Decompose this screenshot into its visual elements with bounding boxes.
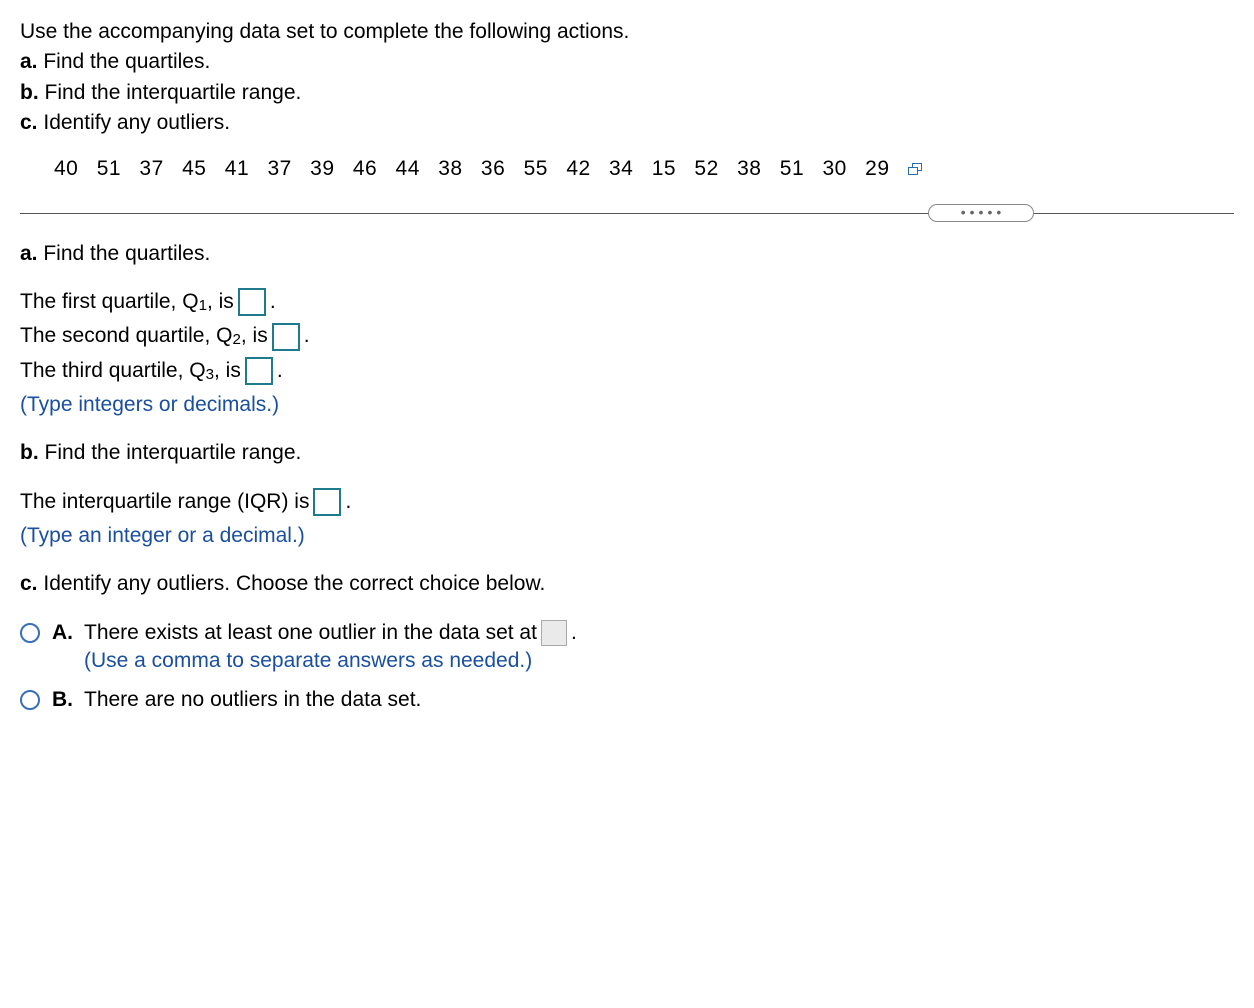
choice-a-radio[interactable] (20, 623, 40, 643)
intro-a: a. Find the quartiles. (20, 48, 1234, 76)
more-options-capsule[interactable]: ••••• (928, 204, 1034, 222)
part-c-choices: A. There exists at least one outlier in … (20, 619, 1234, 714)
choice-a-hint: (Use a comma to separate answers as need… (84, 647, 1234, 675)
part-a-inputs: The first quartile, Q1, is . The second … (20, 288, 1234, 419)
choice-b-text: There are no outliers in the data set. (84, 686, 1234, 714)
divider: ••••• (20, 204, 1234, 222)
part-a-heading: a. Find the quartiles. (20, 240, 1234, 268)
part-a-hint: (Type integers or decimals.) (20, 391, 1234, 419)
choice-a-label: A. (52, 619, 74, 647)
part-b-heading: b. Find the interquartile range. (20, 439, 1234, 467)
part-c-heading: c. Identify any outliers. Choose the cor… (20, 570, 1234, 598)
q2-line: The second quartile, Q2, is . (20, 322, 1234, 350)
q3-input[interactable] (245, 357, 273, 385)
part-b: b. Find the interquartile range. (20, 439, 1234, 467)
choice-b-label: B. (52, 686, 74, 714)
part-a: a. Find the quartiles. (20, 240, 1234, 268)
data-values: 40 51 37 45 41 37 39 46 44 38 36 55 42 3… (54, 155, 890, 183)
q1-line: The first quartile, Q1, is . (20, 288, 1234, 316)
iqr-line: The interquartile range (IQR) is . (20, 488, 1234, 516)
q3-line: The third quartile, Q3, is . (20, 357, 1234, 385)
choice-a-text: There exists at least one outlier in the… (84, 619, 1234, 647)
q1-input[interactable] (238, 288, 266, 316)
part-b-inputs: The interquartile range (IQR) is . (Type… (20, 488, 1234, 551)
part-c: c. Identify any outliers. Choose the cor… (20, 570, 1234, 598)
divider-line (20, 213, 1234, 214)
choice-b-radio[interactable] (20, 690, 40, 710)
part-b-hint: (Type an integer or a decimal.) (20, 522, 1234, 550)
question-intro: Use the accompanying data set to complet… (20, 18, 1234, 137)
q2-input[interactable] (272, 323, 300, 351)
data-set-row: 40 51 37 45 41 37 39 46 44 38 36 55 42 3… (20, 155, 1234, 183)
intro-lead: Use the accompanying data set to complet… (20, 18, 1234, 46)
intro-b: b. Find the interquartile range. (20, 79, 1234, 107)
choice-a-row: A. There exists at least one outlier in … (20, 619, 1234, 676)
outlier-input (541, 620, 567, 646)
copy-data-icon[interactable] (908, 163, 924, 177)
iqr-input[interactable] (313, 488, 341, 516)
choice-b-row: B. There are no outliers in the data set… (20, 686, 1234, 714)
intro-c: c. Identify any outliers. (20, 109, 1234, 137)
